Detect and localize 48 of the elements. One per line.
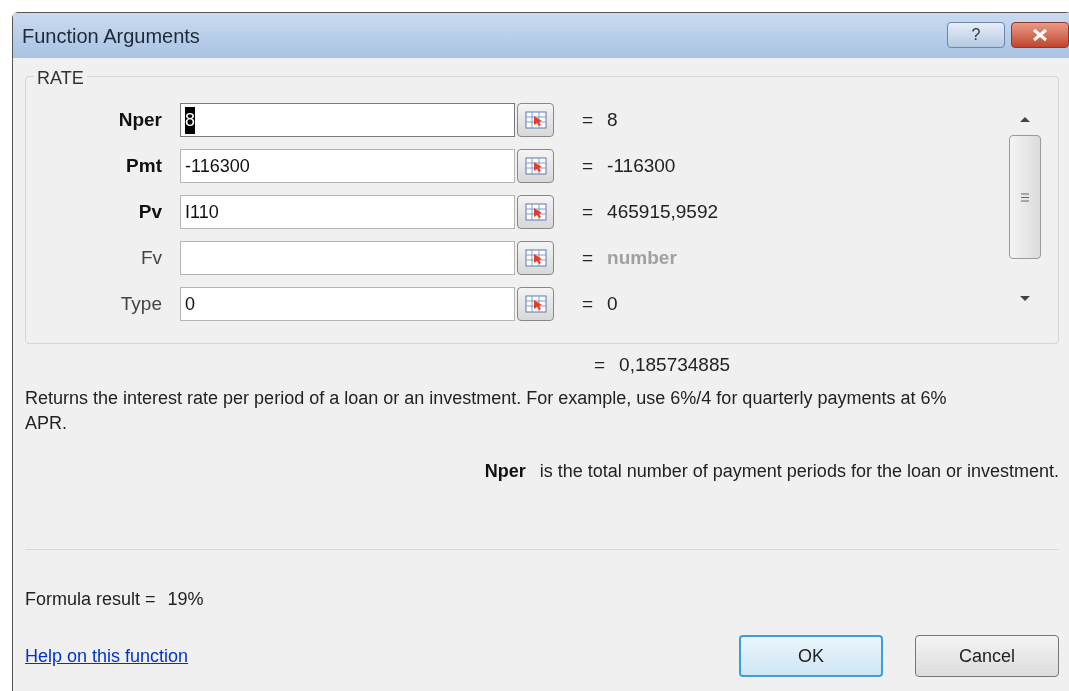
- scroll-thumb[interactable]: [1009, 135, 1041, 259]
- grip-icon: [1020, 192, 1030, 202]
- equals-sign: =: [594, 352, 606, 377]
- equals-sign: =: [582, 245, 594, 270]
- scroll-up-icon: [1019, 115, 1031, 123]
- equals-sign: =: [582, 199, 594, 224]
- collapse-dialog-icon: [524, 249, 547, 267]
- argument-label: Pv: [137, 199, 162, 224]
- equals-sign: =: [582, 107, 594, 132]
- argument-result: 465915,9592: [607, 199, 719, 224]
- close-button[interactable]: [1011, 22, 1069, 48]
- help-link[interactable]: Help on this function: [25, 642, 189, 670]
- collapse-button[interactable]: [517, 195, 554, 229]
- window-title: Function Arguments: [22, 23, 200, 49]
- help-button[interactable]: ?: [947, 22, 1005, 48]
- argument-field[interactable]: 0: [180, 287, 515, 321]
- equals-sign: =: [582, 153, 594, 178]
- argument-result: 8: [607, 107, 618, 132]
- argument-label: Nper: [117, 107, 162, 132]
- argument-field[interactable]: I110: [180, 195, 515, 229]
- formula-result-value: 19%: [167, 588, 204, 611]
- argument-result: 0: [607, 291, 618, 316]
- collapse-dialog-icon: [524, 203, 547, 221]
- formula-result-label: Formula result =: [25, 588, 156, 611]
- argument-label: Type: [119, 291, 162, 316]
- collapse-dialog-icon: [524, 295, 547, 313]
- argument-result: -116300: [607, 153, 676, 178]
- argument-field[interactable]: -116300: [180, 149, 515, 183]
- argument-field[interactable]: [180, 241, 515, 275]
- argument-name: Nper: [484, 460, 526, 483]
- collapse-button[interactable]: [517, 241, 554, 275]
- collapse-button[interactable]: [517, 103, 554, 137]
- collapse-dialog-icon: [524, 157, 547, 175]
- dialog-button[interactable]: Cancel: [915, 635, 1059, 677]
- argument-label: Pmt: [125, 153, 162, 178]
- argument-label: Fv: [139, 245, 162, 270]
- collapse-button[interactable]: [517, 287, 554, 321]
- scroll-down-icon: [1019, 295, 1031, 303]
- argument-description: is the total number of payment periods for the loan or investment.: [539, 460, 1059, 483]
- equals-sign: =: [582, 291, 594, 316]
- argument-field[interactable]: 8: [180, 103, 515, 137]
- function-result: 0,185734885: [619, 352, 731, 377]
- collapse-dialog-icon: [524, 111, 547, 129]
- dialog-button[interactable]: OK: [739, 635, 883, 677]
- argument-result: number: [607, 245, 677, 270]
- function-description: Returns the interest rate per period of a loan or an investment. For example, use 6%/4 for quarterly payments at 6% APR.: [25, 387, 948, 435]
- collapse-button[interactable]: [517, 149, 554, 183]
- close-icon: [1032, 28, 1048, 42]
